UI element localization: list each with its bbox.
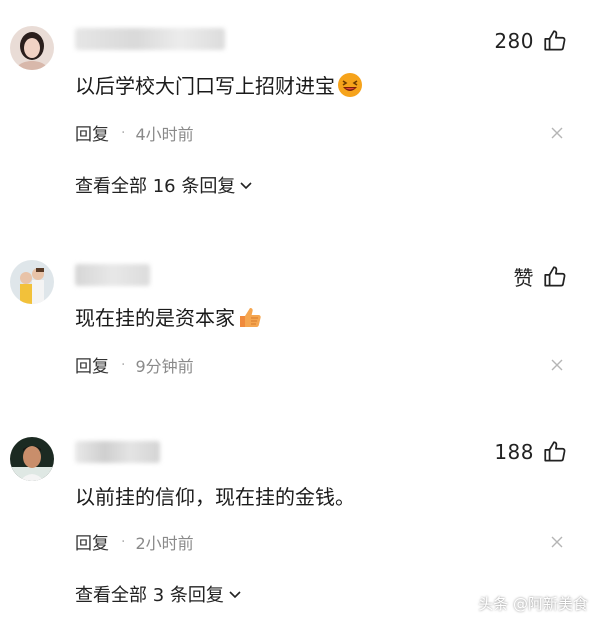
- avatar[interactable]: [10, 437, 54, 481]
- view-all-replies-button[interactable]: 查看全部 3 条回复: [75, 581, 242, 607]
- chevron-down-icon: [229, 591, 241, 599]
- avatar[interactable]: [10, 260, 54, 304]
- comment-text: 现在挂的是资本家: [75, 302, 263, 331]
- comment-1: 280 以后学校大门口写上招财进宝 回复 · 4小时前 查看全部 16 条回复: [0, 0, 600, 205]
- thumbs-up-icon[interactable]: [542, 264, 568, 290]
- comment-text: 以前挂的信仰，现在挂的金钱。: [75, 485, 355, 509]
- grinning-emoji-icon: [338, 72, 362, 97]
- reply-button[interactable]: 回复: [75, 352, 109, 377]
- comment-meta: 回复 · 4小时前: [75, 120, 194, 146]
- close-icon[interactable]: [550, 535, 564, 549]
- comment-text: 以后学校大门口写上招财进宝: [75, 70, 363, 99]
- comment-2: 赞 现在挂的是资本家 回复 · 9分钟前: [0, 240, 600, 390]
- like-group[interactable]: 赞: [514, 262, 569, 291]
- meta-separator: ·: [121, 124, 126, 141]
- close-icon[interactable]: [550, 358, 564, 372]
- thumbs-up-icon[interactable]: [542, 439, 568, 465]
- thumbs-up-emoji-icon: [240, 307, 261, 327]
- comment-meta: 回复 · 2小时前: [75, 529, 194, 555]
- meta-separator: ·: [121, 533, 126, 550]
- like-count: 188: [494, 440, 534, 464]
- comment-meta: 回复 · 9分钟前: [75, 352, 194, 378]
- thumbs-up-icon[interactable]: [542, 28, 568, 54]
- watermark: 头条 @阿新美食: [478, 595, 588, 613]
- username-blurred[interactable]: [75, 28, 225, 50]
- meta-separator: ·: [121, 356, 126, 373]
- view-all-replies-button[interactable]: 查看全部 16 条回复: [75, 172, 253, 198]
- timestamp: 9分钟前: [135, 356, 194, 376]
- chevron-down-icon: [240, 182, 252, 190]
- like-group[interactable]: 280: [494, 28, 568, 54]
- avatar[interactable]: [10, 26, 54, 70]
- reply-button[interactable]: 回复: [75, 120, 109, 145]
- like-count: 280: [494, 29, 534, 53]
- like-label: 赞: [513, 266, 534, 290]
- timestamp: 4小时前: [135, 124, 194, 144]
- like-group[interactable]: 188: [494, 439, 568, 465]
- reply-button[interactable]: 回复: [75, 529, 109, 554]
- timestamp: 2小时前: [135, 533, 194, 553]
- username-blurred[interactable]: [75, 441, 160, 463]
- username-blurred[interactable]: [75, 264, 150, 286]
- close-icon[interactable]: [550, 126, 564, 140]
